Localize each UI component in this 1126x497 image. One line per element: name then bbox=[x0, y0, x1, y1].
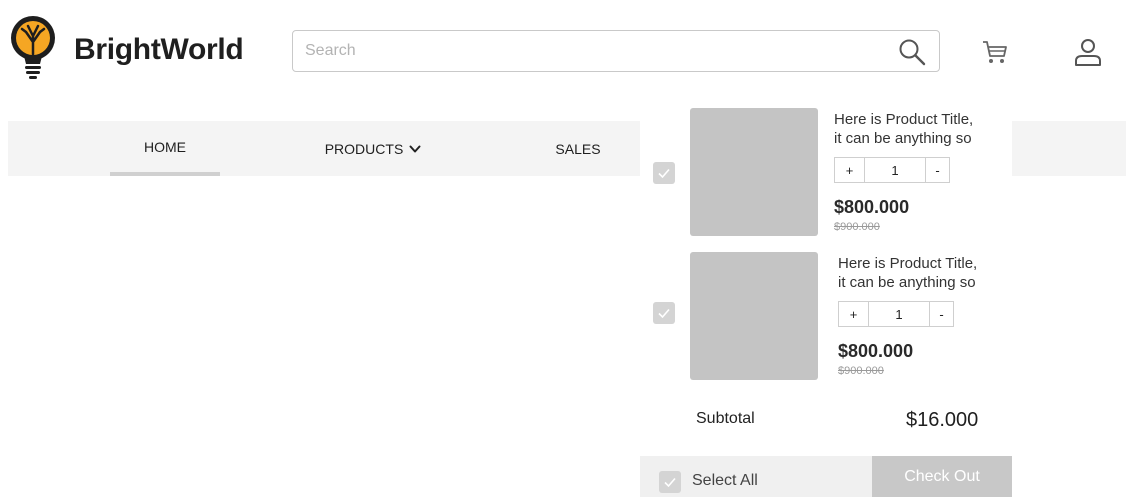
quantity-increase-button[interactable]: + bbox=[839, 302, 869, 326]
title-line: Here is Product Title, bbox=[838, 255, 978, 272]
product-title[interactable]: Here is Product Title, it can be anythin… bbox=[834, 110, 1010, 148]
product-old-price: $900.000 bbox=[838, 365, 884, 377]
item-checkbox[interactable] bbox=[653, 302, 675, 324]
nav-item-label: PRODUCTS bbox=[324, 140, 404, 157]
brightworld-logo-icon[interactable] bbox=[8, 12, 58, 84]
check-icon bbox=[664, 477, 676, 488]
quantity-stepper: + 1 - bbox=[834, 157, 950, 183]
quantity-decrease-button[interactable]: - bbox=[929, 302, 953, 326]
product-title[interactable]: Here is Product Title, it can be anythin… bbox=[838, 254, 1014, 292]
product-price: $800.000 bbox=[834, 197, 910, 217]
search-input[interactable] bbox=[305, 31, 865, 71]
cart-item: Here is Product Title, it can be anythin… bbox=[640, 240, 1012, 380]
brand-name[interactable]: BrightWorld bbox=[74, 30, 244, 70]
subtotal-value: $16.000 bbox=[906, 409, 979, 431]
product-old-price: $900.000 bbox=[834, 221, 880, 233]
nav-item-sales[interactable]: SALES bbox=[548, 121, 608, 176]
product-image[interactable] bbox=[690, 252, 818, 380]
title-line: Here is Product Title, bbox=[834, 111, 974, 128]
quantity-decrease-button[interactable]: - bbox=[925, 158, 949, 182]
search-box bbox=[292, 30, 940, 72]
quantity-stepper: + 1 - bbox=[838, 301, 954, 327]
checkout-button[interactable]: Check Out bbox=[872, 456, 1012, 497]
select-all-label[interactable]: Select All bbox=[692, 472, 758, 490]
cart-item: Here is Product Title, it can be anythin… bbox=[640, 96, 1012, 236]
nav-item-home[interactable]: HOME bbox=[110, 121, 220, 176]
quantity-value[interactable]: 1 bbox=[865, 158, 925, 182]
quantity-value[interactable]: 1 bbox=[869, 302, 929, 326]
nav-item-label: HOME bbox=[144, 138, 186, 155]
quantity-increase-button[interactable]: + bbox=[835, 158, 865, 182]
nav-item-products[interactable]: PRODUCTS bbox=[308, 121, 438, 176]
check-icon bbox=[658, 168, 670, 179]
check-icon bbox=[658, 308, 670, 319]
nav-item-label: SALES bbox=[555, 140, 601, 157]
subtotal-label: Subtotal bbox=[696, 410, 755, 427]
product-image[interactable] bbox=[690, 108, 818, 236]
cart-icon[interactable] bbox=[980, 37, 1010, 67]
title-line: it can be anything so bbox=[838, 274, 976, 291]
chevron-down-icon bbox=[409, 145, 421, 152]
title-line: it can be anything so bbox=[834, 130, 972, 147]
cart-dropdown: Here is Product Title, it can be anythin… bbox=[640, 96, 1012, 497]
select-all-checkbox[interactable] bbox=[659, 471, 681, 493]
search-icon[interactable] bbox=[897, 37, 927, 67]
product-price: $800.000 bbox=[838, 341, 914, 361]
user-icon[interactable] bbox=[1072, 36, 1104, 68]
item-checkbox[interactable] bbox=[653, 162, 675, 184]
